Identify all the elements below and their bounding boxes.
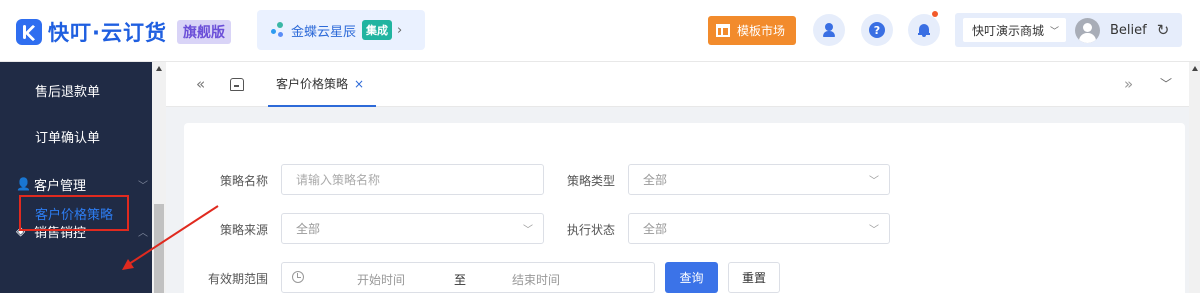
help-icon: ? [869, 22, 885, 38]
tabs-scroll-left-icon[interactable]: « [196, 75, 205, 93]
strategy-source-select[interactable]: 全部 ﹀ [281, 213, 544, 244]
chevron-down-icon: ﹀ [869, 225, 879, 236]
chevron-down-icon: ﹀ [138, 180, 148, 192]
home-icon[interactable] [230, 78, 244, 91]
template-market-button[interactable]: 模板市场 [708, 16, 796, 45]
chevron-up-icon: ︿ [138, 227, 148, 239]
valid-range-label: 有效期范围 [207, 272, 268, 286]
bell-icon [918, 23, 930, 37]
shop-select-value: 快叮演示商城 [972, 23, 1045, 38]
sidebar-item-after-sale-refund[interactable]: 售后退款单 [0, 70, 152, 110]
strategy-source-value: 全部 [296, 222, 321, 236]
chevron-right-icon: › [397, 22, 403, 38]
scroll-up-arrow-icon[interactable] [1192, 66, 1198, 71]
strategy-type-value: 全部 [643, 173, 668, 187]
sidebar-item-customer-price-strategy[interactable]: 客户价格策略 [19, 195, 129, 231]
exec-status-value: 全部 [643, 222, 668, 236]
partner-name: 金蝶云星辰 [291, 24, 357, 40]
logo[interactable]: 快叮·云订货 旗舰版 [16, 17, 231, 47]
range-separator: 至 [454, 273, 467, 287]
chevron-down-icon: ﹀ [869, 176, 879, 187]
customer-service-button[interactable] [813, 14, 845, 46]
clock-icon [292, 271, 304, 283]
exec-status-select[interactable]: 全部 ﹀ [628, 213, 890, 244]
template-icon [716, 24, 730, 37]
sidebar-item-label: 售后退款单 [35, 84, 101, 100]
template-market-label: 模板市场 [737, 24, 786, 38]
logo-text: 快叮·云订货 [48, 21, 167, 45]
tab-customer-price-strategy[interactable]: 客户价格策略 × [268, 62, 376, 107]
account-area: 快叮演示商城 ﹀ Belief ↻ [955, 13, 1182, 47]
strategy-source-label: 策略来源 [219, 223, 268, 237]
strategy-name-label: 策略名称 [219, 174, 268, 188]
close-icon[interactable]: × [354, 77, 364, 91]
integration-tag: 集成 [362, 20, 393, 40]
avatar-icon[interactable] [1075, 17, 1100, 43]
edition-badge: 旗舰版 [176, 20, 231, 44]
query-button[interactable]: 查询 [665, 262, 718, 293]
sidebar: 售后退款单 订单确认单 👤 客户管理 ﹀ ◈ 销售销控 ︿ [0, 62, 152, 293]
shop-select[interactable]: 快叮演示商城 ﹀ [963, 18, 1066, 42]
sidebar-item-label: 客户价格策略 [35, 207, 114, 223]
reset-button[interactable]: 重置 [728, 262, 780, 293]
kingdee-icon [271, 22, 287, 38]
customer-service-icon [822, 23, 836, 37]
sidebar-scrollbar[interactable] [152, 62, 166, 293]
validity-date-range[interactable]: 开始时间 至 结束时间 [281, 262, 655, 293]
chevron-down-icon[interactable]: ﹀ [1160, 75, 1172, 92]
user-name[interactable]: Belief [1110, 23, 1147, 38]
notifications-button[interactable] [908, 11, 940, 46]
tab-bar: « 客户价格策略 × » ﹀ [166, 62, 1200, 107]
start-time-placeholder[interactable]: 开始时间 [357, 271, 405, 288]
kingdee-integration-button[interactable]: 金蝶云星辰 集成 › [257, 10, 425, 50]
strategy-type-label: 策略类型 [566, 174, 615, 188]
help-button[interactable]: ? [861, 14, 893, 46]
tabs-scroll-right-icon[interactable]: » [1124, 75, 1133, 93]
exec-status-label: 执行状态 [566, 223, 615, 237]
chevron-down-icon: ﹀ [1050, 26, 1060, 37]
scrollbar-thumb[interactable] [154, 204, 164, 293]
notification-dot [932, 11, 938, 17]
sidebar-item-label: 客户管理 [34, 178, 87, 194]
strategy-type-select[interactable]: 全部 ﹀ [628, 164, 890, 195]
top-header: 快叮·云订货 旗舰版 金蝶云星辰 集成 › 模板市场 ? 快叮演示商城 ﹀ Be… [0, 0, 1200, 62]
refresh-icon[interactable]: ↻ [1157, 21, 1170, 39]
tab-label: 客户价格策略 [276, 77, 349, 91]
strategy-name-input[interactable]: 请输入策略名称 [281, 164, 544, 195]
sidebar-item-label: 订单确认单 [35, 130, 101, 146]
sidebar-item-order-confirmation[interactable]: 订单确认单 [0, 116, 152, 156]
end-time-placeholder[interactable]: 结束时间 [512, 271, 560, 288]
scroll-up-arrow-icon[interactable] [156, 66, 162, 71]
user-icon: 👤 [16, 177, 31, 191]
kuaiding-logo-icon [16, 19, 42, 45]
page-scrollbar[interactable] [1189, 62, 1200, 293]
strategy-name-placeholder: 请输入策略名称 [296, 173, 381, 187]
